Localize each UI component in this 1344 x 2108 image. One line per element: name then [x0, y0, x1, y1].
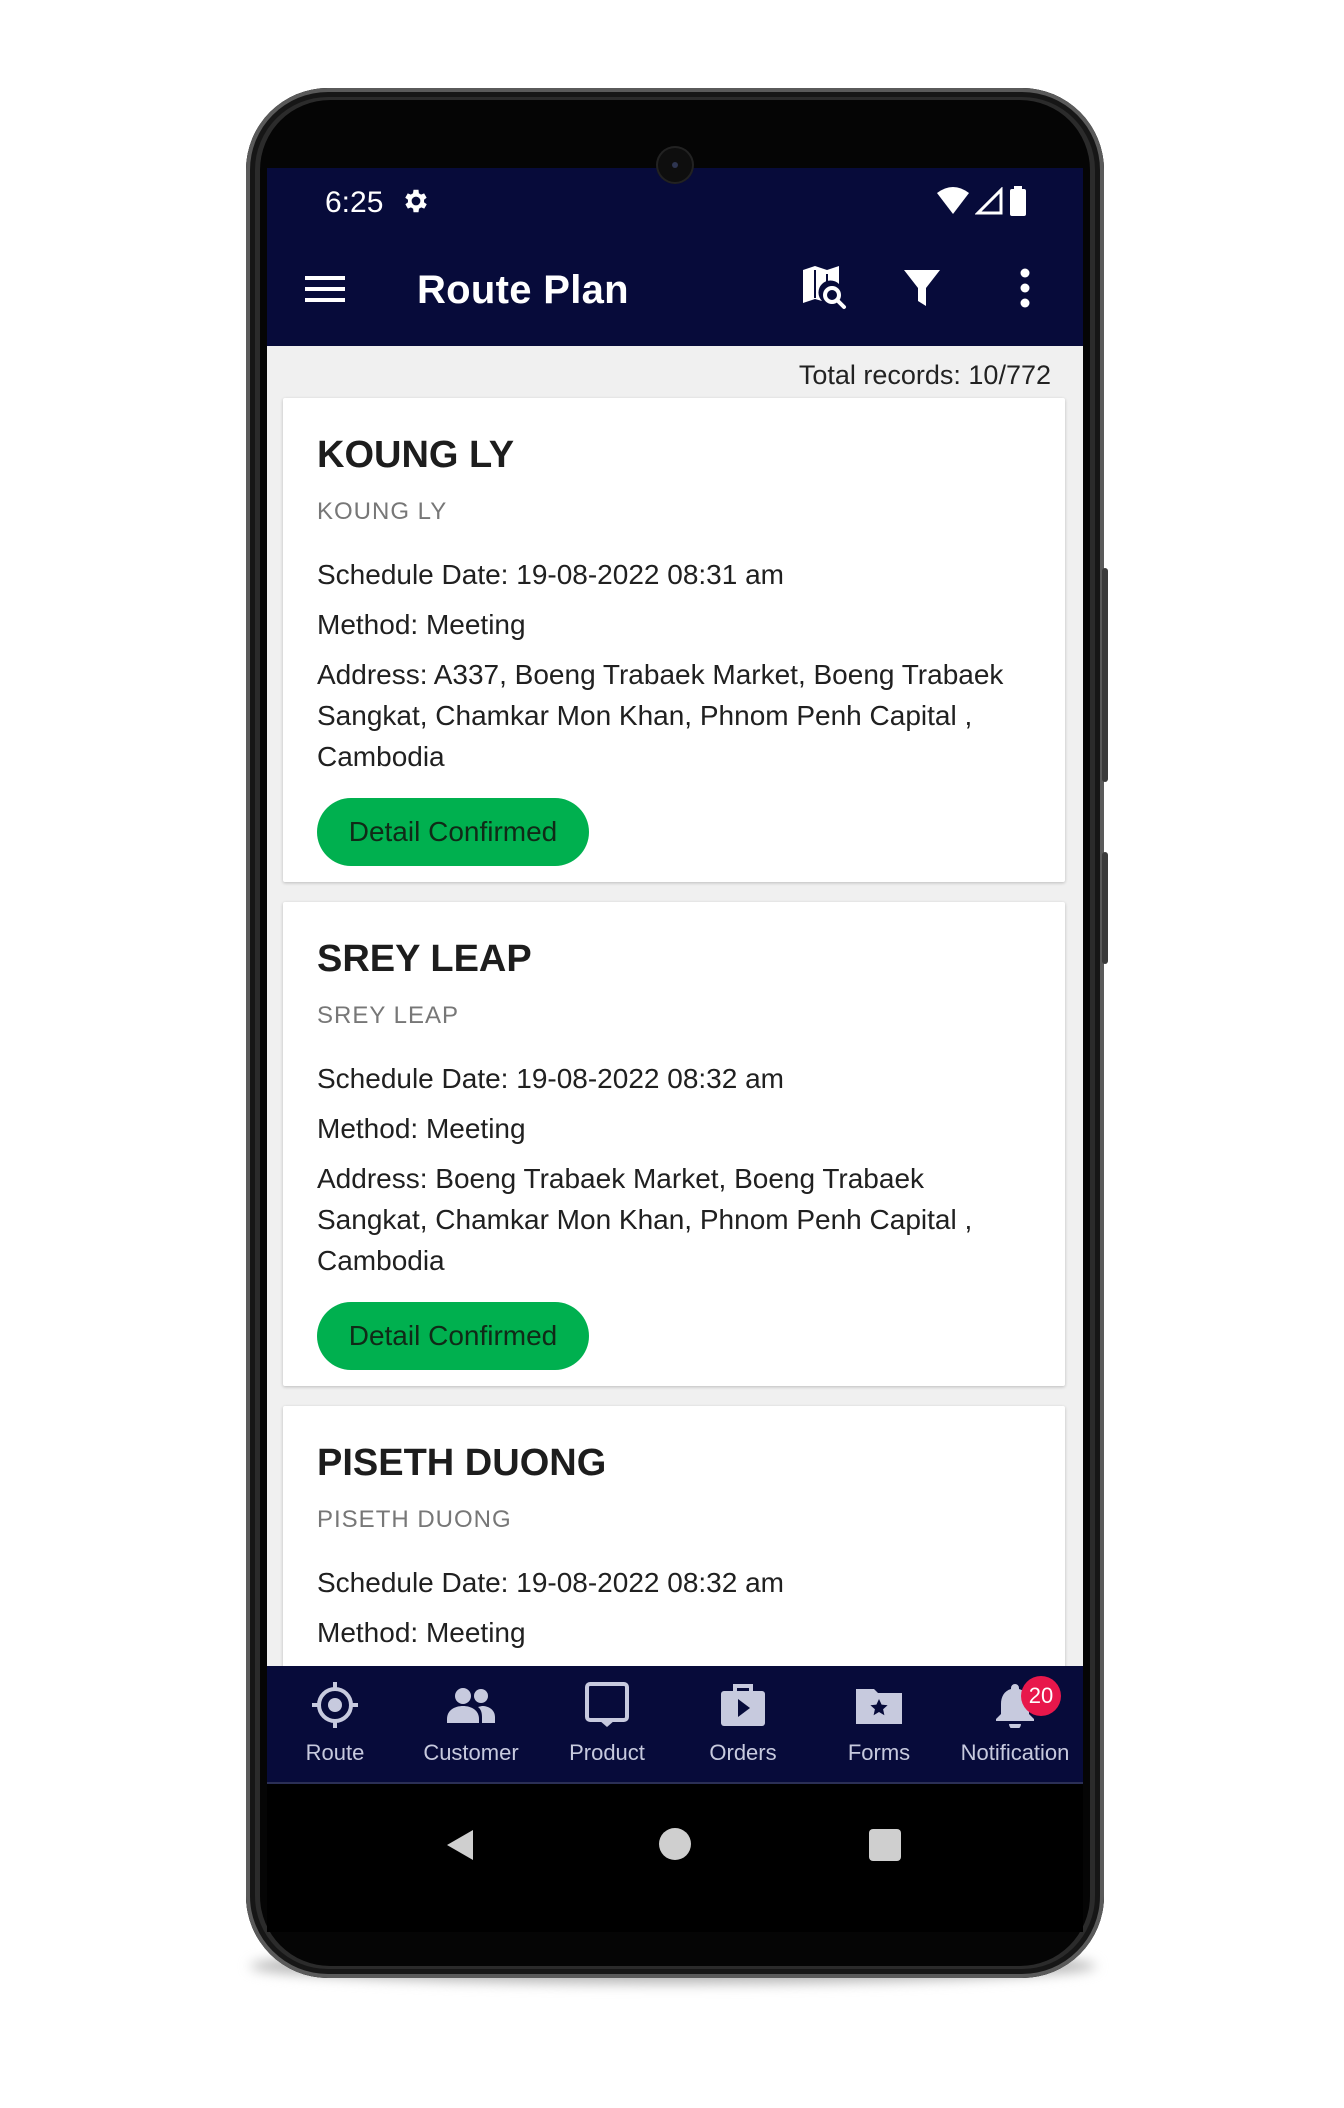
phone-screen: 6:25 Route Plan Total records: 10/772 KO… [267, 168, 1083, 1932]
address: Address: A337, Boeng Trabaek Market, Boe… [317, 659, 1004, 772]
status-time: 6:25 [325, 186, 384, 219]
route-icon [310, 1680, 360, 1730]
route-card[interactable]: PISETH DUONG PISETH DUONG Schedule Date:… [283, 1406, 1065, 1666]
nav-product[interactable]: Product [539, 1666, 675, 1782]
route-card[interactable]: SREY LEAP SREY LEAP Schedule Date: 19-08… [283, 902, 1065, 1386]
schedule-date: Schedule Date: 19-08-2022 08:32 am [317, 1567, 784, 1598]
notification-badge: 20 [1021, 1676, 1061, 1716]
detail-confirmed-button[interactable]: Detail Confirmed [317, 798, 589, 866]
customer-name: KOUNG LY [317, 434, 515, 476]
back-icon[interactable] [445, 1828, 475, 1867]
wifi-icon [937, 187, 969, 214]
nav-product-label: Product [569, 1740, 645, 1765]
system-nav-bar [267, 1784, 1083, 1932]
schedule-date: Schedule Date: 19-08-2022 08:31 am [317, 559, 784, 590]
meeting-method: Method: Meeting [317, 1617, 526, 1648]
recent-apps-icon[interactable] [869, 1829, 901, 1861]
bottom-nav: Route Customer Product Orders Forms 20 N… [267, 1666, 1083, 1782]
customer-subtitle: SREY LEAP [317, 1002, 459, 1029]
signal-icon [975, 187, 1003, 215]
customer-icon [446, 1680, 496, 1730]
settings-gear-icon [401, 186, 431, 221]
nav-forms-label: Forms [847, 1740, 911, 1765]
app-bar: Route Plan [267, 234, 1083, 346]
detail-confirmed-button[interactable]: Detail Confirmed [317, 1302, 589, 1370]
meeting-method: Method: Meeting [317, 609, 526, 640]
forms-icon [854, 1680, 904, 1730]
menu-icon[interactable] [305, 274, 345, 309]
customer-subtitle: PISETH DUONG [317, 1506, 512, 1533]
home-icon[interactable] [659, 1828, 691, 1860]
nav-notification[interactable]: 20 Notification [947, 1666, 1083, 1782]
total-records: Total records: 10/772 [798, 360, 1051, 390]
customer-name: SREY LEAP [317, 938, 532, 980]
customer-name: PISETH DUONG [317, 1442, 607, 1484]
status-icons [937, 186, 1027, 216]
map-search-icon[interactable] [799, 264, 847, 317]
nav-orders-label: Orders [709, 1740, 777, 1765]
nav-forms[interactable]: Forms [811, 1666, 947, 1782]
nav-notification-label: Notification [960, 1740, 1070, 1765]
product-icon [582, 1680, 632, 1730]
route-list[interactable]: Total records: 10/772 KOUNG LY KOUNG LY … [267, 346, 1083, 1666]
power-button [1102, 568, 1108, 782]
battery-icon [1010, 186, 1026, 216]
nav-route[interactable]: Route [267, 1666, 403, 1782]
orders-icon [718, 1680, 768, 1730]
volume-button [1102, 852, 1108, 964]
front-camera [656, 146, 694, 184]
route-card[interactable]: KOUNG LY KOUNG LY Schedule Date: 19-08-2… [283, 398, 1065, 882]
customer-subtitle: KOUNG LY [317, 498, 448, 525]
meeting-method: Method: Meeting [317, 1113, 526, 1144]
filter-icon[interactable] [903, 268, 941, 313]
nav-orders[interactable]: Orders [675, 1666, 811, 1782]
schedule-date: Schedule Date: 19-08-2022 08:32 am [317, 1063, 784, 1094]
page-title: Route Plan [417, 268, 629, 312]
nav-customer-label: Customer [423, 1740, 519, 1765]
more-options-icon[interactable] [1019, 268, 1031, 313]
nav-route-label: Route [305, 1740, 365, 1765]
nav-customer[interactable]: Customer [403, 1666, 539, 1782]
address: Address: Boeng Trabaek Market, Boeng Tra… [317, 1163, 973, 1276]
